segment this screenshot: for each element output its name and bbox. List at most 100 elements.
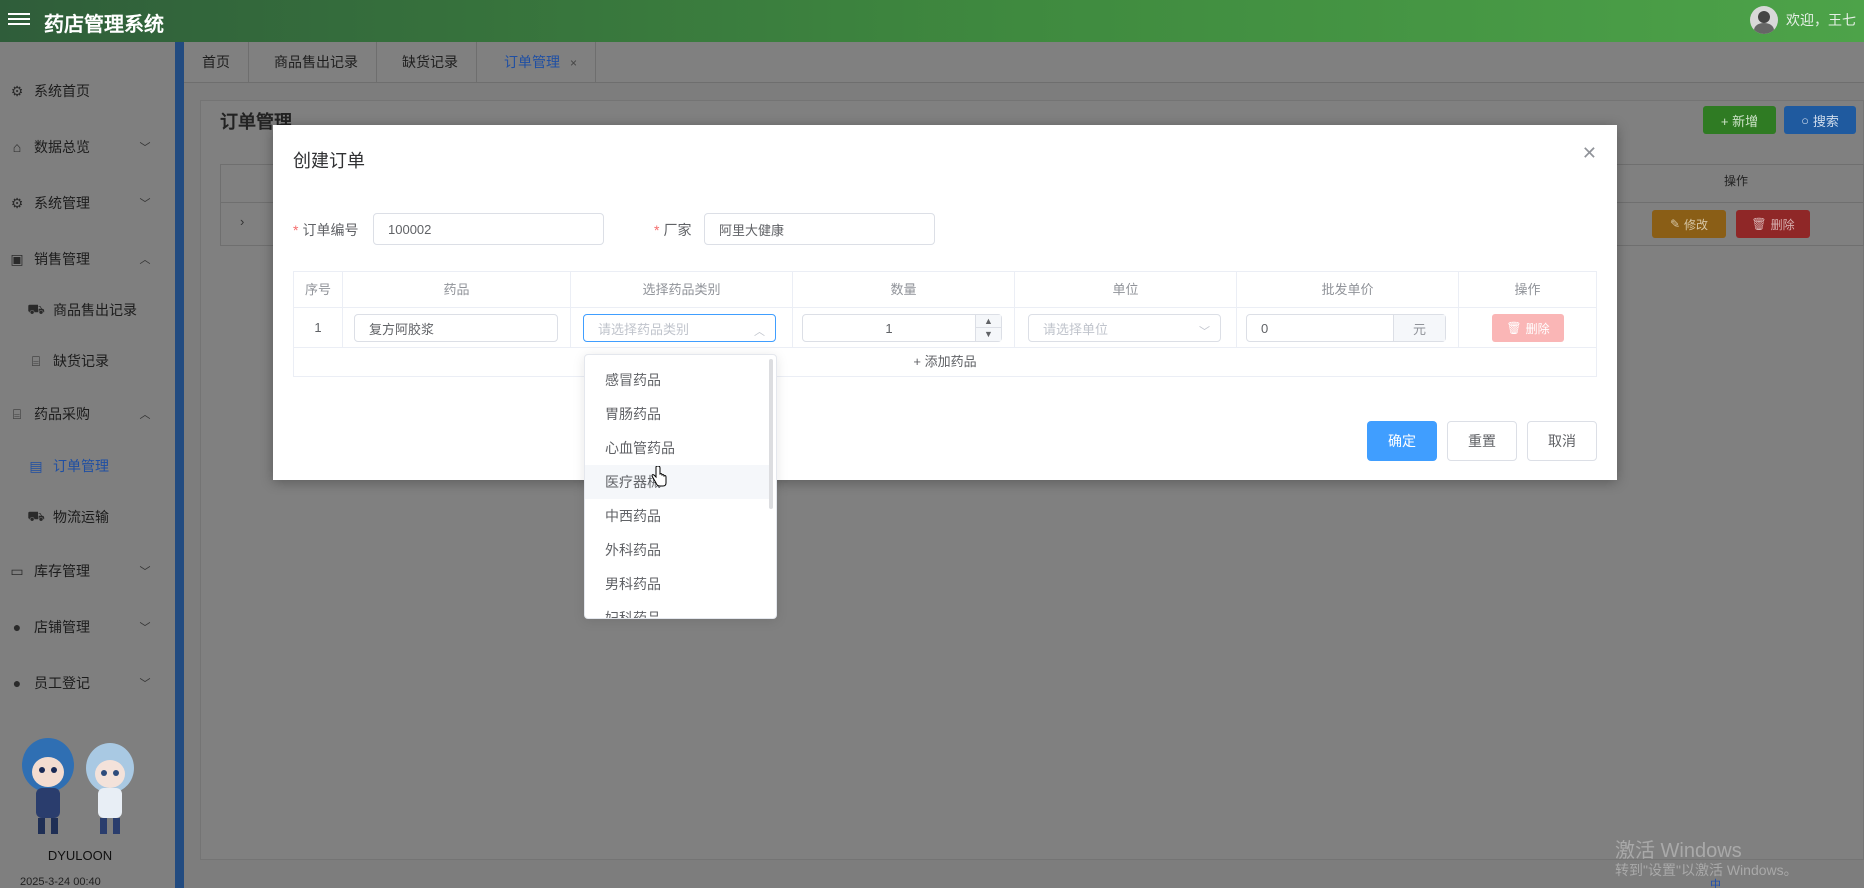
dropdown-option[interactable]: 感冒药品	[585, 363, 771, 397]
delete-button[interactable]: 🗑 删除	[1736, 210, 1810, 238]
trash-icon: 🗑	[1751, 217, 1767, 231]
user-info[interactable]: 欢迎，王七	[1750, 6, 1856, 34]
edit-button[interactable]: ✎ 修改	[1652, 210, 1726, 238]
chevron-up-icon: ︿	[754, 326, 765, 338]
dropdown-option[interactable]: 外科药品	[585, 533, 771, 567]
row-delete-label: 删除	[1525, 321, 1550, 336]
price-unit: 元	[1393, 315, 1445, 341]
price-value: 0	[1261, 320, 1269, 336]
menu-icon[interactable]	[8, 10, 30, 28]
add-button[interactable]: + 新增	[1703, 106, 1776, 134]
sidebar-item-purchase[interactable]: ⌸ 药品采购 ︿	[0, 394, 175, 434]
sidebar-item-label: 系统首页	[34, 83, 90, 99]
avatar[interactable]	[1750, 6, 1778, 34]
chevron-down-icon: ﹀	[139, 678, 151, 690]
close-icon[interactable]: ✕	[1582, 143, 1597, 164]
sidebar-item-staff[interactable]: ● 员工登记 ﹀	[0, 663, 175, 703]
dropdown-option[interactable]: 医疗器械	[585, 465, 771, 499]
col-category-header: 选择药品类别	[571, 272, 793, 308]
sidebar-item-inventory[interactable]: ▭ 库存管理 ﹀	[0, 551, 175, 591]
sidebar-item-logistics[interactable]: ⛟ 物流运输	[0, 497, 175, 537]
order-no-input[interactable]: 100002	[373, 213, 604, 245]
trash-icon: 🗑	[1506, 321, 1522, 335]
sidebar-item-label: 缺货记录	[53, 353, 109, 369]
sidebar-item-overview[interactable]: ⌂ 数据总览 ﹀	[0, 127, 175, 167]
sidebar-date: 2025-3-24 00:40	[20, 876, 101, 888]
sidebar-item-label: 库存管理	[34, 563, 90, 579]
quantity-stepper[interactable]: 1 ▲ ▼	[802, 314, 1002, 342]
dropdown-option[interactable]: 心血管药品	[585, 431, 771, 465]
sidebar-item-sales-records[interactable]: ⛟ 商品售出记录	[0, 290, 175, 330]
sidebar-item-label: 员工登记	[34, 675, 90, 691]
chevron-down-icon: ﹀	[139, 142, 151, 154]
chevron-down-icon: ﹀	[1199, 326, 1210, 338]
unit-select[interactable]: 请选择单位 ﹀	[1028, 314, 1221, 342]
brand-label: DYULOON	[47, 848, 113, 863]
sidebar-item-shortage[interactable]: ⌸ 缺货记录	[0, 341, 175, 381]
sidebar-item-label: 销售管理	[34, 251, 90, 267]
delete-label: 删除	[1770, 217, 1795, 232]
drug-input[interactable]: 复方阿胶浆	[354, 314, 558, 342]
create-order-dialog: 创建订单 ✕ * 订单编号 100002 * 厂家 阿里大健康 序号 药品 选择药品…	[273, 125, 1617, 480]
price-input[interactable]: 0 元	[1246, 314, 1446, 342]
col-op-header: 操作	[1459, 272, 1596, 308]
stepper-controls[interactable]: ▲ ▼	[975, 315, 1001, 341]
order-no-label-text: 订单编号	[302, 222, 359, 238]
dropdown-scrollbar[interactable]	[769, 359, 773, 509]
sidebar-item-system[interactable]: ⚙ 系统管理 ﹀	[0, 183, 175, 223]
row-delete-button[interactable]: 🗑 删除	[1492, 314, 1564, 342]
reset-button[interactable]: 重置	[1447, 421, 1517, 461]
chevron-down-icon[interactable]: ▼	[976, 328, 1001, 341]
tab-label: 订单管理	[504, 54, 560, 70]
taskbar-tray: 中	[1710, 876, 1864, 888]
sidebar-item-label: 店铺管理	[34, 619, 90, 635]
vendor-input[interactable]: 阿里大健康	[704, 213, 935, 245]
truck-icon: ⛟	[27, 300, 45, 317]
user-icon: ●	[12, 675, 22, 691]
chevron-down-icon: ﹀	[139, 566, 151, 578]
col-quantity-header: 数量	[793, 272, 1015, 308]
confirm-button[interactable]: 确定	[1367, 421, 1437, 461]
unit-placeholder: 请选择单位	[1043, 321, 1109, 337]
sidebar-item-label: 数据总览	[34, 139, 90, 155]
category-placeholder: 请选择药品类别	[598, 321, 690, 337]
order-no-value: 100002	[388, 221, 432, 237]
op-column-header: 操作	[1724, 174, 1749, 188]
sidebar-item-home[interactable]: ⚙ 系统首页	[0, 71, 175, 111]
dropdown-option[interactable]: 妇科药品	[585, 601, 771, 618]
sidebar-item-label: 系统管理	[34, 195, 90, 211]
search-button[interactable]: ○ 搜索	[1784, 106, 1856, 134]
cancel-button[interactable]: 取消	[1527, 421, 1597, 461]
chevron-up-icon[interactable]: ▲	[976, 315, 1001, 328]
quantity-value: 1	[885, 320, 893, 336]
tab-sales-records[interactable]: 商品售出记录	[256, 42, 377, 83]
order-no-label: * 订单编号	[293, 222, 359, 238]
search-icon: ○	[1801, 112, 1809, 128]
col-unit-header: 单位	[1015, 272, 1237, 308]
chevron-up-icon: ︿	[139, 409, 151, 421]
edit-label: 修改	[1684, 217, 1709, 232]
sidebar-item-store[interactable]: ● 店铺管理 ﹀	[0, 607, 175, 647]
tab-home[interactable]: 首页	[184, 42, 249, 83]
activation-watermark-title: 激活 Windows	[1615, 840, 1742, 862]
ime-indicator[interactable]: 中	[1710, 879, 1721, 888]
app-title: 药店管理系统	[44, 14, 164, 36]
drug-value: 复方阿胶浆	[369, 321, 435, 337]
sidebar-item-orders[interactable]: ▤ 订单管理	[0, 446, 175, 486]
add-drug-button[interactable]: + 添加药品	[294, 348, 1596, 378]
tab-orders[interactable]: 订单管理 ×	[486, 42, 597, 83]
close-icon[interactable]: ×	[570, 56, 577, 70]
dropdown-option[interactable]: 胃肠药品	[585, 397, 771, 431]
hand-cursor-icon	[651, 466, 667, 487]
sidebar-item-sales[interactable]: ▣ 销售管理 ︿	[0, 239, 175, 279]
expand-row-icon[interactable]: ›	[240, 214, 244, 229]
tab-label: 首页	[202, 54, 230, 70]
dropdown-option[interactable]: 中西药品	[585, 499, 771, 533]
bag-icon: ⌸	[31, 352, 41, 369]
tab-shortage[interactable]: 缺货记录	[384, 42, 477, 83]
tab-label: 缺货记录	[402, 54, 458, 70]
dropdown-option[interactable]: 男科药品	[585, 567, 771, 601]
category-dropdown: 感冒药品 胃肠药品 心血管药品 医疗器械 中西药品 外科药品 男科药品 妇科药品	[584, 354, 777, 619]
truck-icon: ⛟	[27, 507, 45, 524]
category-select[interactable]: 请选择药品类别 ︿	[583, 314, 776, 342]
